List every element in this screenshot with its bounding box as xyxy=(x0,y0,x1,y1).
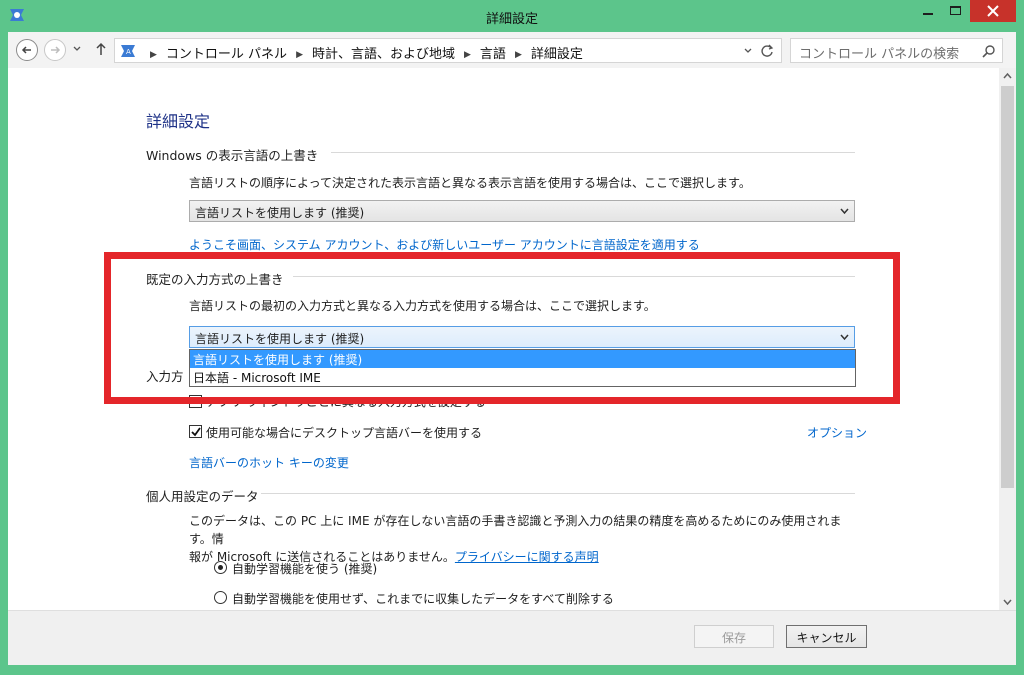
cancel-button[interactable]: キャンセル xyxy=(786,625,867,648)
minimize-button[interactable] xyxy=(914,0,942,22)
personalization-heading: 個人用設定のデータ xyxy=(146,489,259,504)
display-language-value: 言語リストを使用します (推奨) xyxy=(195,206,365,220)
minimize-icon xyxy=(923,13,933,15)
chevron-down-icon xyxy=(840,208,849,215)
search-input[interactable]: コントロール パネルの検索 xyxy=(799,43,959,62)
section-divider xyxy=(331,152,855,153)
langbar-hotkey-link[interactable]: 言語バーのホット キーの変更 xyxy=(189,454,349,471)
breadcrumb: ▶ コントロール パネル ▶ 時計、言語、および地域 ▶ 言語 ▶ 詳細設定 xyxy=(141,43,583,62)
section-divider xyxy=(261,493,855,494)
personalization-text-line-1: このデータは、この PC 上に IME が存在しない言語の手書き認識と予測入力の… xyxy=(189,514,842,546)
breadcrumb-clock-region[interactable]: 時計、言語、および地域 xyxy=(312,47,455,62)
personalization-description: このデータは、この PC 上に IME が存在しない言語の手書き認識と予測入力の… xyxy=(189,512,859,566)
language-settings-icon: A xyxy=(121,45,135,57)
desktop-langbar-checkbox[interactable] xyxy=(189,425,202,438)
display-language-description: 言語リストの順序によって決定された表示言語と異なる表示言語を使用する場合は、ここ… xyxy=(189,176,751,190)
close-button[interactable] xyxy=(970,0,1016,22)
title-bar: 詳細設定 xyxy=(0,0,1024,32)
vertical-scrollbar[interactable] xyxy=(999,68,1016,610)
close-icon xyxy=(987,5,999,17)
page-title: 詳細設定 xyxy=(146,112,211,131)
breadcrumb-advanced-settings[interactable]: 詳細設定 xyxy=(531,47,583,62)
refresh-icon[interactable] xyxy=(759,43,775,59)
forward-button[interactable] xyxy=(44,39,66,61)
chevron-right-icon[interactable]: ▶ xyxy=(296,50,303,60)
apply-language-settings-link[interactable]: ようこそ画面、システム アカウント、および新しいユーザー アカウントに言語設定を… xyxy=(189,236,700,253)
scrollbar-thumb[interactable] xyxy=(1001,86,1014,488)
options-link[interactable]: オプション xyxy=(807,424,867,441)
chevron-right-icon[interactable]: ▶ xyxy=(515,50,522,60)
chevron-right-icon[interactable]: ▶ xyxy=(464,50,471,60)
recent-locations-icon[interactable] xyxy=(72,44,82,54)
privacy-statement-link[interactable]: プライバシーに関する声明 xyxy=(455,550,599,564)
scroll-up-icon[interactable] xyxy=(999,68,1016,85)
auto-learning-off-label: 自動学習機能を使用せず、これまでに収集したデータをすべて削除する xyxy=(232,592,614,606)
navigation-bar: A ▶ コントロール パネル ▶ 時計、言語、および地域 ▶ 言語 ▶ 詳細設定 コントロール… xyxy=(8,32,1016,68)
highlight-box xyxy=(104,252,900,404)
breadcrumb-language[interactable]: 言語 xyxy=(480,47,506,62)
search-icon[interactable] xyxy=(982,44,996,58)
auto-learning-on-radio[interactable] xyxy=(214,561,227,574)
scroll-down-icon[interactable] xyxy=(999,593,1016,610)
svg-text:A: A xyxy=(126,48,131,56)
checkmark-icon xyxy=(191,427,201,437)
back-button[interactable] xyxy=(16,39,38,61)
chevron-down-icon[interactable] xyxy=(743,46,753,56)
window-title: 詳細設定 xyxy=(485,12,538,27)
up-arrow-icon[interactable] xyxy=(94,41,108,57)
save-button[interactable]: 保存 xyxy=(694,625,774,648)
search-box[interactable]: コントロール パネルの検索 xyxy=(790,38,1003,63)
address-bar[interactable]: A ▶ コントロール パネル ▶ 時計、言語、および地域 ▶ 言語 ▶ 詳細設定 xyxy=(114,38,782,63)
desktop-langbar-label: 使用可能な場合にデスクトップ言語バーを使用する xyxy=(206,426,483,440)
arrow-left-icon xyxy=(21,46,31,54)
auto-learning-on-label: 自動学習機能を使う (推奨) xyxy=(232,562,378,576)
settings-window: 詳細設定 A ▶ コントロール パネル ▶ 時計、言語、および地域 ▶ 言語 ▶ 詳細設定 xyxy=(0,0,1024,675)
footer-bar: 保存 キャンセル xyxy=(8,610,1016,665)
radio-selected-dot xyxy=(218,565,223,570)
display-language-select[interactable]: 言語リストを使用します (推奨) xyxy=(189,200,855,222)
breadcrumb-control-panel[interactable]: コントロール パネル xyxy=(166,47,287,62)
display-language-heading: Windows の表示言語の上書き xyxy=(146,148,319,163)
arrow-right-icon xyxy=(51,46,61,54)
maximize-icon xyxy=(950,6,961,15)
chevron-right-icon: ▶ xyxy=(150,50,157,60)
auto-learning-off-radio[interactable] xyxy=(214,591,227,604)
maximize-button[interactable] xyxy=(942,0,970,22)
